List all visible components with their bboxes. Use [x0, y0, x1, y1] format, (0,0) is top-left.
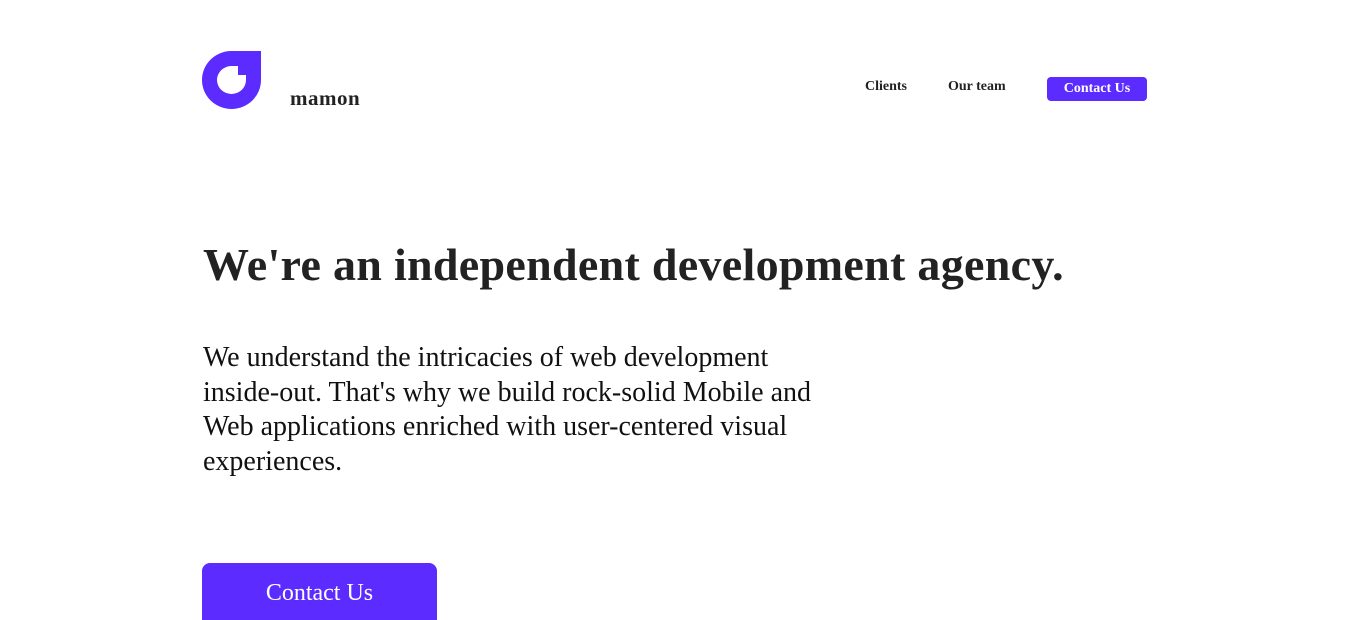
brand-logo-icon[interactable]: [202, 51, 261, 109]
nav-contact-button[interactable]: Contact Us: [1047, 77, 1147, 101]
nav-link-our-team[interactable]: Our team: [948, 80, 1006, 94]
hero-description: We understand the intricacies of web dev…: [203, 342, 812, 477]
nav-link-clients[interactable]: Clients: [865, 80, 907, 94]
brand-name[interactable]: mamon: [290, 88, 360, 109]
hero-contact-button[interactable]: Contact Us: [202, 563, 437, 620]
hero-title: We're an independent development agency.: [203, 239, 1064, 290]
